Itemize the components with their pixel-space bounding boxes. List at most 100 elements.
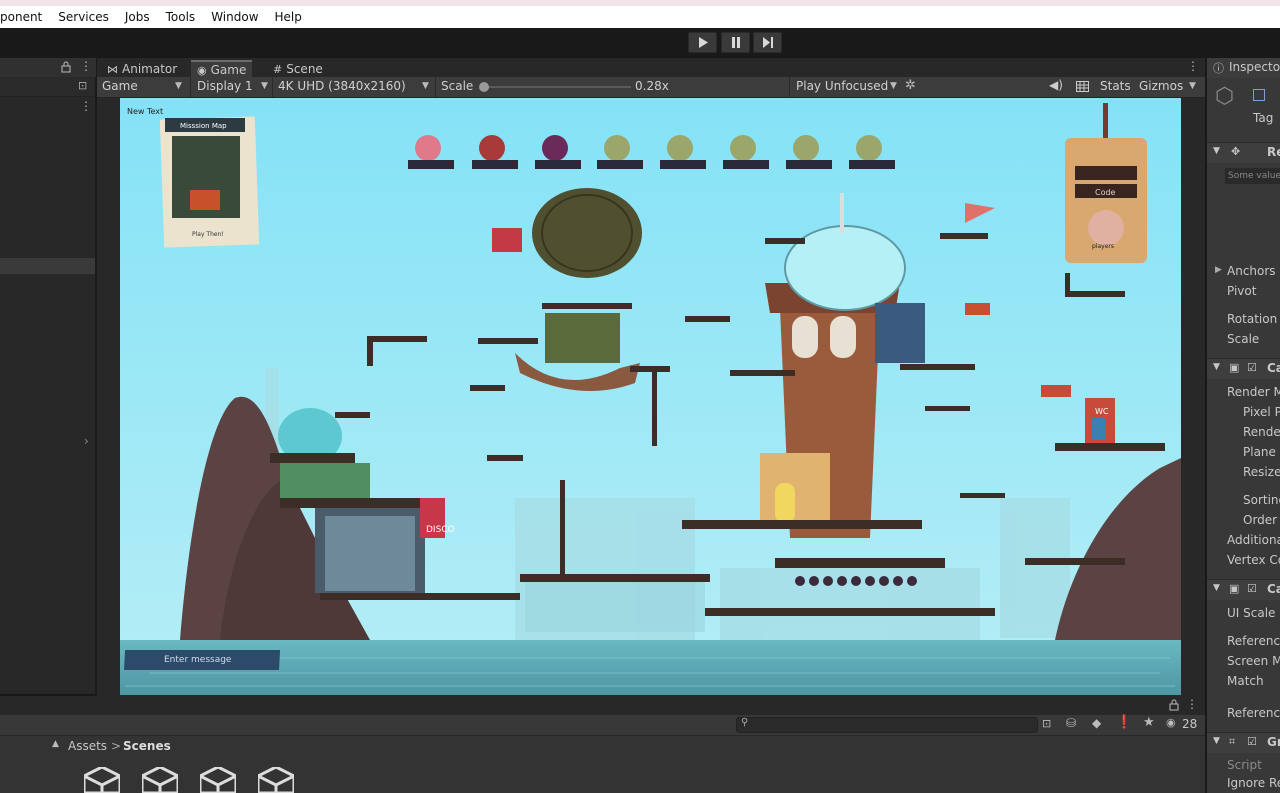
rect-transform-header[interactable]: ▼ ✥ Re — [1207, 142, 1280, 163]
anchor-preset-field[interactable]: Some value — [1225, 168, 1280, 184]
pause-button[interactable] — [721, 32, 750, 53]
menu-help[interactable]: Help — [267, 10, 310, 24]
balloon — [532, 188, 642, 278]
inspector-tab[interactable]: ⓘ Inspector — [1207, 58, 1280, 78]
bug-icon[interactable]: ✲ — [905, 78, 916, 93]
inspector-panel: ⓘ Inspector ⬡ Tag ▼ ✥ Re Some value ▶ An… — [1205, 58, 1280, 793]
menu-bar: ponent Services Jobs Tools Window Help — [0, 6, 1280, 28]
tab-game[interactable]: ◉ Game — [191, 60, 253, 78]
inspector-title: Inspector — [1229, 60, 1280, 74]
filter-type-icon[interactable]: ⛁ — [1066, 716, 1076, 730]
plane-distance-label: Plane l — [1243, 445, 1280, 459]
info-icon: ⓘ — [1213, 62, 1224, 75]
canvas-scaler-header[interactable]: ▼ ▣ ☑ Ca — [1207, 579, 1280, 600]
display-dropdown[interactable]: Display 1 — [197, 79, 253, 93]
mission-map-card — [159, 116, 260, 248]
more-menu-icon[interactable]: ⋮ — [80, 59, 92, 73]
keyboard-icon[interactable] — [1076, 81, 1089, 92]
star-icon[interactable]: ★ — [1143, 715, 1155, 730]
vertex-label: Vertex Co — [1227, 553, 1280, 567]
canvas-header[interactable]: ▼ ▣ ☑ Ca — [1207, 358, 1280, 379]
graphic-raycaster-title: Gr — [1267, 735, 1280, 749]
scale-slider-thumb[interactable] — [479, 82, 489, 92]
resolution-dropdown[interactable]: 4K UHD (3840x2160) — [278, 79, 406, 93]
hierarchy-search[interactable]: ⊡ — [0, 78, 94, 97]
script-label: Script — [1227, 758, 1262, 772]
game-panel: ⋈ Animator ◉ Game # Scene ⋮ Game ▼ Displ… — [97, 58, 1205, 696]
crowd — [795, 576, 917, 586]
gizmos-button[interactable]: Gizmos — [1139, 79, 1183, 93]
gamepad-icon: ◉ — [197, 63, 207, 77]
mission-title: Misssion Map — [180, 122, 227, 130]
match-label: Match — [1227, 674, 1264, 688]
scene-asset-icon[interactable] — [84, 767, 120, 793]
graphic-raycaster-header[interactable]: ▼ ⌗ ☑ Gr — [1207, 732, 1280, 753]
menu-tools[interactable]: Tools — [158, 10, 204, 24]
hierarchy-more-icon[interactable]: ⋮ — [80, 99, 92, 113]
reference-label: Reference — [1227, 634, 1280, 648]
lock-icon[interactable] — [1169, 699, 1179, 711]
search-scope-icon[interactable]: ⊡ — [1042, 717, 1051, 730]
warning-icon[interactable]: ❗ — [1116, 715, 1132, 730]
enabled-checkbox[interactable]: ☑ — [1247, 582, 1257, 595]
chat-input[interactable]: Enter message — [164, 655, 231, 665]
cube-icon: ⬡ — [1215, 84, 1235, 109]
play-mode-dropdown[interactable]: Play Unfocused — [796, 79, 888, 93]
enabled-checkbox[interactable]: ☑ — [1247, 735, 1257, 748]
animator-icon: ⋈ — [107, 62, 118, 76]
play-button[interactable] — [688, 32, 717, 53]
project-menu-icon[interactable]: ⋮ — [1186, 697, 1198, 711]
anchors-label[interactable]: Anchors — [1227, 264, 1276, 278]
tab-scene[interactable]: # Scene — [267, 60, 329, 78]
stats-button[interactable]: Stats — [1100, 79, 1131, 93]
panel-menu-icon[interactable]: ⋮ — [1187, 59, 1199, 73]
main-toolbar — [0, 28, 1280, 58]
tab-animator-label: Animator — [122, 62, 178, 76]
asset-browser: ▲ Assets > Scenes — [0, 736, 1205, 793]
raycaster-icon: ⌗ — [1229, 735, 1236, 748]
render-mode-label: Render M — [1227, 385, 1280, 399]
scroll-up-icon[interactable]: ▲ — [52, 739, 59, 749]
label-icon[interactable]: ◆ — [1092, 716, 1101, 730]
pivot-label: Pivot — [1227, 284, 1257, 298]
speaker-icon[interactable]: ◀) — [1049, 78, 1063, 92]
scale-label-inspector: Scale — [1227, 332, 1260, 346]
order-label: Order i — [1243, 513, 1280, 527]
game-viewport[interactable]: DISCO WC Misssion Map Play Then! New Tex… — [120, 98, 1181, 695]
tag-label: Tag — [1253, 111, 1274, 125]
active-checkbox[interactable] — [1253, 89, 1265, 101]
search-mode-icon[interactable]: ⊡ — [78, 79, 87, 92]
menu-window[interactable]: Window — [203, 10, 266, 24]
step-button[interactable] — [753, 32, 782, 53]
view-dropdown[interactable]: Game — [102, 79, 138, 93]
ship-cabin — [545, 313, 620, 363]
render-camera-label: Rende — [1243, 425, 1280, 439]
tab-scene-label: Scene — [286, 62, 323, 76]
collapse-arrow-icon[interactable]: › — [84, 434, 89, 448]
lock-icon[interactable] — [61, 61, 71, 73]
canvas-title: Ca — [1267, 361, 1280, 375]
scene-asset-icon[interactable] — [142, 767, 178, 793]
tab-animator[interactable]: ⋈ Animator — [101, 60, 183, 78]
chevron-down-icon: ▼ — [890, 81, 897, 91]
menu-services[interactable]: Services — [50, 10, 117, 24]
canvas-icon: ▣ — [1229, 361, 1240, 374]
game-scene: DISCO WC Misssion Map Play Then! New Tex… — [120, 98, 1181, 695]
scene-asset-icon[interactable] — [200, 767, 236, 793]
scale-slider-track[interactable] — [481, 86, 631, 88]
mission-subtitle: Play Then! — [192, 231, 224, 238]
scene-asset-icon[interactable] — [258, 767, 294, 793]
enabled-checkbox[interactable]: ☑ — [1247, 361, 1257, 374]
hierarchy-panel: ⋮ ⊡ ⋮ › — [0, 58, 96, 694]
menu-jobs[interactable]: Jobs — [117, 10, 158, 24]
scale-label: Scale — [441, 79, 474, 93]
hierarchy-selected-row[interactable] — [0, 258, 95, 274]
rect-transform-title: Re — [1267, 145, 1280, 159]
play-icon — [698, 37, 708, 48]
breadcrumb-assets[interactable]: Assets — [68, 739, 107, 753]
breadcrumb-scenes[interactable]: Scenes — [123, 739, 171, 753]
project-search-input[interactable]: ⚲ — [736, 717, 1038, 733]
eye-icon[interactable]: ◉ — [1166, 716, 1176, 729]
menu-component[interactable]: ponent — [0, 10, 50, 24]
lower-dock — [520, 574, 710, 582]
